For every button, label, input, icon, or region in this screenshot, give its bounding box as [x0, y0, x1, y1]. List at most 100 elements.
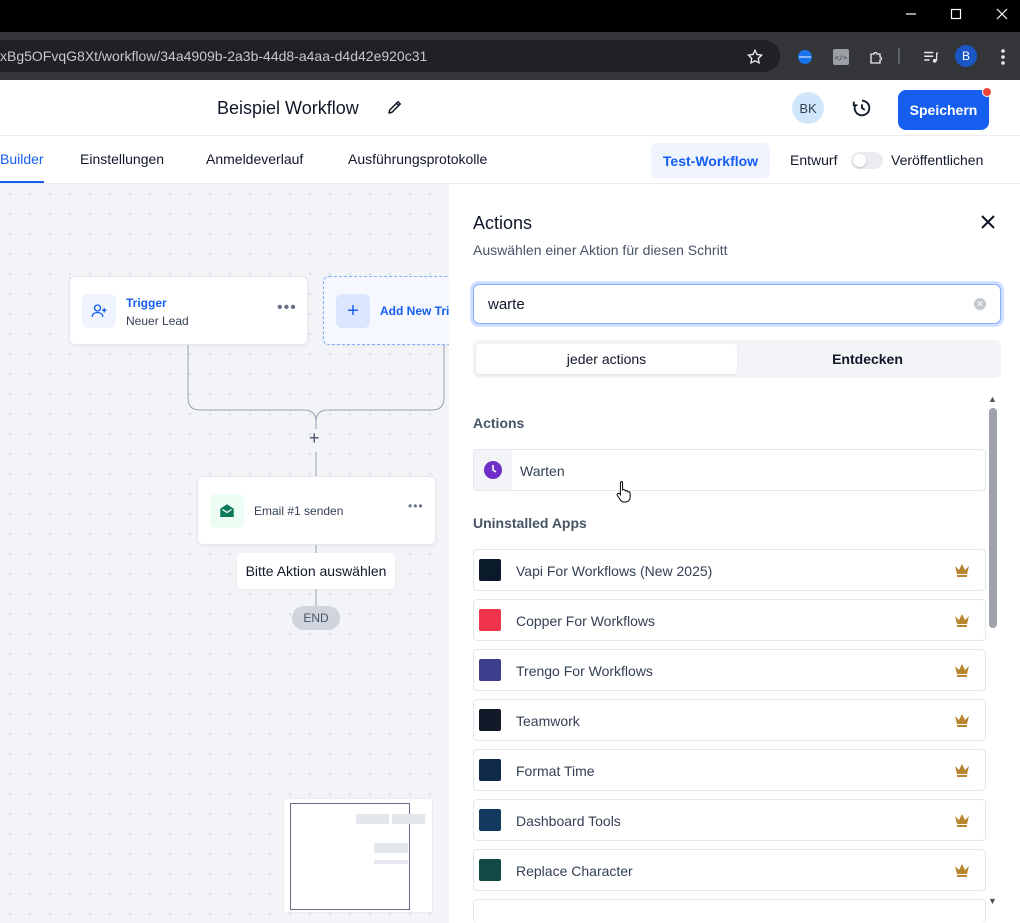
- action-search-input[interactable]: warte ✕: [473, 284, 1001, 324]
- app-item-label: Format Time: [516, 763, 595, 779]
- vapi-logo-icon: [479, 559, 501, 581]
- toggle-knob: [853, 154, 866, 167]
- panel-title: Actions: [473, 213, 533, 233]
- email-node[interactable]: Email #1 senden •••: [197, 476, 436, 545]
- actions-panel: Actions Auswählen einer Aktion für diese…: [449, 184, 1020, 923]
- email-envelope-icon: [210, 494, 244, 528]
- extension-icon[interactable]: [794, 46, 816, 68]
- app-item-label: Teamwork: [516, 713, 580, 729]
- app-item-teamwork[interactable]: Teamwork: [473, 699, 986, 741]
- end-node: END: [292, 606, 340, 630]
- app-item-label: Dashboard Tools: [516, 813, 621, 829]
- maximize-icon[interactable]: [933, 0, 979, 28]
- segment-all-actions[interactable]: jeder actions: [476, 344, 737, 374]
- workflow-canvas[interactable]: Trigger Neuer Lead ••• + Add New Trig + …: [0, 184, 449, 923]
- app-item-label: Copper For Workflows: [516, 613, 656, 629]
- dashboard-tools-logo-icon: [479, 809, 501, 831]
- app-item-copper[interactable]: Copper For Workflows: [473, 599, 986, 641]
- app-header: Beispiel Workflow BK Speichern: [0, 80, 1020, 136]
- tab-einstellungen[interactable]: Einstellungen: [80, 151, 164, 167]
- minimap-node: [374, 860, 408, 864]
- select-action-tooltip: Bitte Aktion auswählen: [237, 553, 395, 589]
- browser-titlebar: [0, 0, 1020, 32]
- actions-section-heading: Actions: [473, 415, 525, 431]
- plus-icon: +: [336, 294, 370, 328]
- media-queue-icon[interactable]: [920, 46, 942, 68]
- publish-toggle[interactable]: [851, 152, 883, 169]
- trigger-subtitle: Neuer Lead: [126, 314, 189, 328]
- format-time-logo-icon: [479, 759, 501, 781]
- bookmark-star-icon[interactable]: [744, 46, 766, 68]
- premium-crown-icon: [955, 614, 969, 627]
- tab-builder[interactable]: Builder: [0, 151, 44, 167]
- action-filter-segmented: jeder actions Entdecken: [473, 340, 1001, 378]
- profile-avatar[interactable]: B: [955, 45, 977, 67]
- draft-label: Entwurf: [790, 152, 838, 168]
- clear-search-icon[interactable]: ✕: [974, 298, 986, 310]
- tab-anmeldeverlauf[interactable]: Anmeldeverlauf: [206, 151, 303, 167]
- notification-dot: [982, 87, 992, 97]
- app-item-trengo[interactable]: Trengo For Workflows: [473, 649, 986, 691]
- premium-crown-icon: [955, 564, 969, 577]
- app-item-partial[interactable]: [473, 899, 986, 923]
- panel-subtitle: Auswählen einer Aktion für diesen Schrit…: [473, 242, 728, 258]
- uninstalled-apps-heading: Uninstalled Apps: [473, 515, 587, 531]
- minimap[interactable]: [283, 798, 433, 913]
- search-value: warte: [488, 296, 525, 313]
- trigger-node[interactable]: Trigger Neuer Lead •••: [69, 276, 308, 345]
- scroll-down-icon[interactable]: ▼: [988, 896, 997, 906]
- toolbar-divider: [898, 48, 900, 64]
- extensions-puzzle-icon[interactable]: [866, 46, 888, 68]
- close-icon[interactable]: [981, 212, 995, 235]
- close-window-icon[interactable]: [979, 0, 1020, 28]
- replace-character-logo-icon: [479, 859, 501, 881]
- app-item-format-time[interactable]: Format Time: [473, 749, 986, 791]
- segment-discover[interactable]: Entdecken: [737, 344, 998, 374]
- active-tab-indicator: [0, 181, 44, 183]
- app-item-dashboard-tools[interactable]: Dashboard Tools: [473, 799, 986, 841]
- premium-crown-icon: [955, 814, 969, 827]
- app-item-label: Replace Character: [516, 863, 633, 879]
- scroll-up-icon[interactable]: ▲: [988, 394, 997, 404]
- url-text[interactable]: xBg5OFvqG8Xt/workflow/34a4909b-2a3b-44d8…: [0, 48, 427, 64]
- hand-cursor-icon: [616, 481, 631, 503]
- devtools-extension-icon[interactable]: </>: [830, 46, 852, 68]
- minimap-node: [356, 814, 389, 824]
- tabs-bar: Builder Einstellungen Anmeldeverlauf Aus…: [0, 136, 1020, 184]
- premium-crown-icon: [955, 664, 969, 677]
- minimap-node: [392, 814, 425, 824]
- edit-pencil-icon[interactable]: [386, 98, 404, 116]
- app-item-vapi[interactable]: Vapi For Workflows (New 2025): [473, 549, 986, 591]
- add-trigger-node[interactable]: + Add New Trig: [323, 276, 449, 345]
- svg-text:</>: </>: [835, 54, 848, 62]
- add-step-plus-icon[interactable]: +: [309, 428, 320, 449]
- more-options-icon[interactable]: •••: [277, 299, 297, 317]
- history-icon[interactable]: [851, 97, 873, 119]
- clock-icon: [474, 450, 512, 490]
- copper-logo-icon: [479, 609, 501, 631]
- minimize-icon[interactable]: [888, 0, 934, 28]
- trigger-title: Trigger: [126, 296, 167, 310]
- app-item-label: Vapi For Workflows (New 2025): [516, 563, 713, 579]
- tab-ausfuehrungsprotokolle[interactable]: Ausführungsprotokolle: [348, 151, 487, 167]
- action-item-warten[interactable]: Warten: [473, 449, 986, 491]
- publish-label: Veröffentlichen: [891, 152, 984, 168]
- user-avatar[interactable]: BK: [792, 92, 824, 124]
- app-item-label: Trengo For Workflows: [516, 663, 653, 679]
- more-options-icon[interactable]: •••: [408, 499, 424, 513]
- scrollbar-thumb[interactable]: [989, 408, 997, 628]
- workflow-title: Beispiel Workflow: [217, 98, 359, 118]
- user-plus-icon: [82, 294, 116, 328]
- premium-crown-icon: [955, 864, 969, 877]
- premium-crown-icon: [955, 714, 969, 727]
- email-node-label: Email #1 senden: [254, 504, 344, 518]
- premium-crown-icon: [955, 764, 969, 777]
- test-workflow-button[interactable]: Test-Workflow: [651, 143, 770, 178]
- save-button[interactable]: Speichern: [898, 90, 989, 130]
- minimap-node: [374, 843, 408, 853]
- browser-menu-icon[interactable]: [992, 46, 1014, 68]
- teamwork-logo-icon: [479, 709, 501, 731]
- add-trigger-label: Add New Trig: [380, 304, 449, 318]
- app-item-replace-character[interactable]: Replace Character: [473, 849, 986, 891]
- trengo-logo-icon: [479, 659, 501, 681]
